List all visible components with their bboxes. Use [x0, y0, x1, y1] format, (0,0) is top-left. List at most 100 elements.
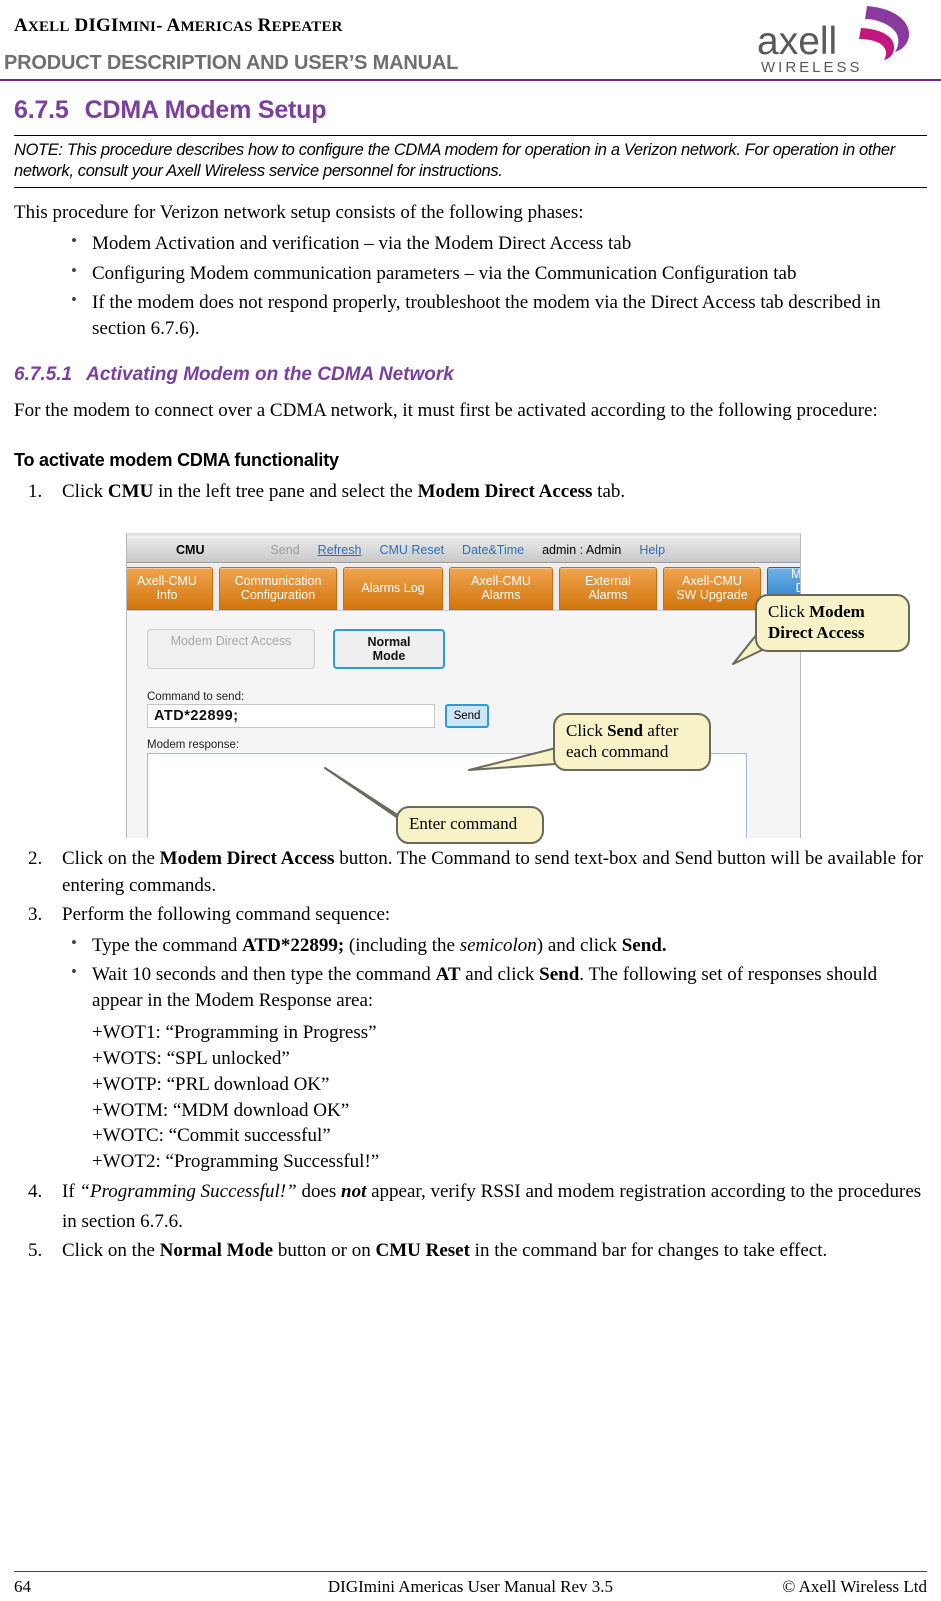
menubar-app-title: CMU: [176, 542, 205, 557]
menu-item-help[interactable]: Help: [630, 543, 674, 557]
list-item: Configuring Modem communication paramete…: [14, 259, 927, 287]
subsection-number: 6.7.5.1: [14, 364, 73, 386]
bullet-bold-command: ATD*22899;: [242, 934, 345, 956]
step-text-c: tab.: [592, 480, 626, 502]
page-content: 6.7.5 CDMA Modem Setup NOTE: This procedu…: [0, 96, 941, 1265]
header-divider: [0, 79, 941, 81]
tab-axell-cmu-sw-upgrade[interactable]: Axell-CMU SW Upgrade: [663, 566, 761, 610]
menu-item-date-time[interactable]: Date&Time: [453, 543, 533, 557]
send-button[interactable]: Send: [445, 703, 489, 728]
bullet-text-b: (including the: [344, 934, 460, 956]
footer-row: 64 DIGImini Americas User Manual Rev 3.5…: [14, 1577, 927, 1597]
product-subtitle: PRODUCT DESCRIPTION AND USER’S MANUAL: [4, 52, 459, 74]
cmu-tab-row: Axell-CMU Info Communication Configuratio…: [127, 563, 800, 610]
modem-direct-access-button[interactable]: Modem Direct Access: [147, 628, 315, 669]
note-box: NOTE: This procedure describes how to co…: [14, 135, 927, 189]
tab-label: Communication Configuration: [234, 574, 322, 603]
callout-bold: Send: [607, 721, 644, 740]
tab-external-alarms[interactable]: External Alarms: [559, 566, 657, 610]
steps-list: 1. Click CMU in the left tree pane and se…: [14, 479, 927, 506]
tab-label: Axell-CMU SW Upgrade: [676, 574, 748, 603]
callout-enter-command: Enter command: [396, 806, 544, 844]
step-3: 3. Perform the following command sequence…: [14, 902, 927, 929]
section-heading: 6.7.5 CDMA Modem Setup: [14, 96, 927, 125]
step-bold-mda: Modem Direct Access: [417, 480, 593, 502]
cmu-screenshot-figure: CMU Send Refresh CMU Reset Date&Time adm…: [14, 518, 927, 838]
tab-axell-cmu-alarms[interactable]: Axell-CMU Alarms: [449, 566, 553, 610]
menu-item-refresh[interactable]: Refresh: [309, 543, 371, 557]
modem-response-examples: +WOT1: “Programming in Progress” +WOTS: …: [14, 1020, 927, 1175]
svg-text:axell: axell: [757, 20, 837, 63]
step-text-b: in the left tree pane and select the: [153, 480, 418, 502]
response-line: +WOTM: “MDM download OK”: [92, 1099, 350, 1121]
step-text-b: does: [296, 1181, 342, 1203]
document-title: AXELL DIGIMINI- AMERICAS REPEATER: [14, 15, 343, 36]
page-number: 64: [14, 1577, 31, 1596]
list-item: If the modem does not respond properly, …: [14, 288, 927, 342]
step-bold-cmu-reset: CMU Reset: [375, 1240, 470, 1261]
menu-item-cmu-reset[interactable]: CMU Reset: [370, 543, 453, 557]
subsection-heading: 6.7.5.1 Activating Modem on the CDMA Netw…: [14, 364, 927, 386]
callout-click-modem-direct-access: Click Modem Direct Access: [755, 594, 910, 653]
panel-button-row: Modem Direct Access Normal Mode: [147, 628, 445, 669]
tab-alarms-log[interactable]: Alarms Log: [343, 566, 443, 610]
step-bold-cmu: CMU: [107, 480, 154, 502]
step-italic-quote: “Programming Successful!”: [79, 1181, 297, 1203]
step-text-b: button or on: [273, 1240, 376, 1261]
bullet-text-a: Wait 10 seconds and then type the comman…: [92, 963, 436, 985]
tab-label: External Alarms: [585, 574, 631, 603]
subsection-title: Activating Modem on the CDMA Network: [86, 364, 454, 386]
tab-communication-configuration[interactable]: Communication Configuration: [219, 566, 337, 610]
axell-wireless-logo: axell WIRELESS: [749, 2, 917, 78]
callout-click-send: Click Send after each command: [553, 713, 711, 772]
intro-paragraph: This procedure for Verizon network setup…: [14, 202, 584, 224]
step-text-a: Click on the: [62, 1240, 160, 1261]
step-text-a: Click on the: [62, 847, 160, 869]
step-number: 5.: [28, 1240, 43, 1261]
step-number: 4.: [28, 1181, 43, 1203]
response-line: +WOTP: “PRL download OK”: [92, 1073, 330, 1095]
step-number: 1.: [28, 480, 43, 502]
steps-list-final: 4. If “Programming Successful!” does not …: [14, 1177, 927, 1265]
step-bolditalic-not: not: [341, 1181, 367, 1203]
section-number: 6.7.5: [14, 96, 69, 124]
bullet-bold-at: AT: [435, 963, 461, 985]
list-item-command-1: Type the command ATD*22899; (including t…: [14, 930, 927, 959]
bullet-text-a: Type the command: [92, 934, 243, 956]
command-input[interactable]: ATD*22899;: [147, 703, 435, 728]
footer-copyright: © Axell Wireless Ltd: [782, 1577, 927, 1596]
cmu-menubar: CMU Send Refresh CMU Reset Date&Time adm…: [127, 537, 800, 563]
response-line: +WOTS: “SPL unlocked”: [92, 1047, 290, 1069]
bullet-text-c: ) and click: [536, 934, 622, 956]
command-sequence-list: Type the command ATD*22899; (including t…: [14, 930, 927, 1015]
bullet-bold-send: Send: [539, 963, 580, 985]
step-4: 4. If “Programming Successful!” does not …: [14, 1177, 927, 1236]
bullet-italic-semicolon: semicolon: [459, 934, 537, 956]
section-title: CDMA Modem Setup: [84, 96, 327, 124]
response-line: +WOT1: “Programming in Progress”: [92, 1022, 377, 1044]
tab-axell-cmu-info[interactable]: Axell-CMU Info: [127, 566, 213, 610]
menu-item-send[interactable]: Send: [261, 543, 308, 557]
step-text-c: in the command bar for changes to take e…: [469, 1240, 828, 1261]
step-5: 5. Click on the Normal Mode button or on …: [14, 1238, 927, 1265]
tab-label: Axell-CMU Alarms: [471, 574, 531, 603]
footer-center-text: DIGImini Americas User Manual Rev 3.5: [327, 1577, 614, 1596]
step-text-a: If: [62, 1181, 80, 1203]
page-footer: 64 DIGImini Americas User Manual Rev 3.5…: [14, 1570, 927, 1598]
step-text: Perform the following command sequence:: [62, 903, 391, 925]
step-number: 3.: [28, 903, 43, 925]
callout-text-a: Click: [768, 602, 810, 621]
normal-mode-button[interactable]: Normal Mode: [333, 628, 445, 669]
step-bold-mda: Modem Direct Access: [159, 847, 335, 869]
runin-heading: To activate modem CDMA functionality: [14, 449, 339, 470]
cmu-application-window: CMU Send Refresh CMU Reset Date&Time adm…: [126, 532, 801, 838]
note-text: NOTE: This procedure describes how to co…: [14, 141, 895, 181]
step-1: 1. Click CMU in the left tree pane and se…: [14, 479, 927, 506]
step-text-a: Click: [62, 480, 108, 502]
command-to-send-label: Command to send:: [147, 690, 245, 703]
phases-list: Modem Activation and verification – via …: [14, 229, 927, 342]
bullet-bold-send: Send.: [621, 934, 667, 956]
tab-label: Alarms Log: [361, 581, 425, 596]
callout-text-a: Click: [566, 721, 608, 740]
menubar-user-label: admin : Admin: [542, 542, 622, 557]
